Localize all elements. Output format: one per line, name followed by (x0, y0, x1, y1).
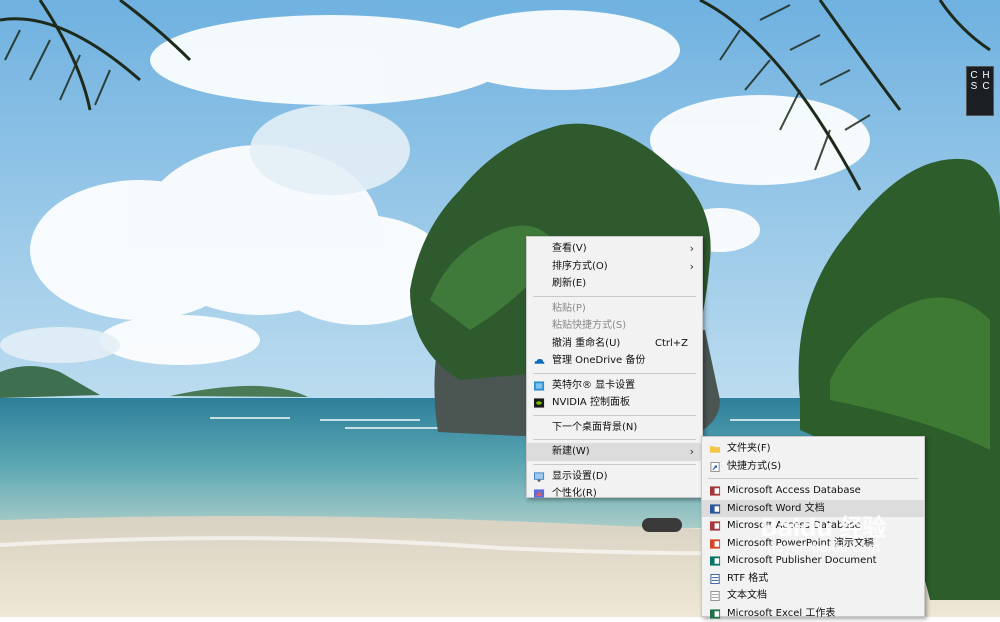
menu-item-label: 个性化(R) (552, 488, 597, 499)
menu-item-paste: 粘贴(P) (527, 300, 702, 318)
menu-separator (533, 464, 696, 465)
ime-language-indicator[interactable]: CH SC (966, 66, 994, 116)
nvidia-icon (534, 398, 545, 408)
submenu-item-access-database-2[interactable]: Microsoft Access Database (702, 517, 924, 535)
ime-char: H (980, 70, 992, 81)
ime-char: C (980, 81, 992, 92)
menu-item-view[interactable]: 查看(V) › (527, 240, 702, 258)
menu-separator (533, 439, 696, 440)
ime-char: C (968, 70, 980, 81)
ime-char: S (968, 81, 980, 92)
folder-icon (710, 444, 721, 454)
onedrive-icon (534, 356, 545, 366)
menu-item-nvidia-control-panel[interactable]: NVIDIA 控制面板 (527, 394, 702, 412)
menu-item-label: Microsoft PowerPoint 演示文稿 (727, 538, 874, 549)
word-icon (710, 504, 721, 514)
menu-item-label: 下一个桌面背景(N) (552, 422, 637, 433)
submenu-item-powerpoint[interactable]: Microsoft PowerPoint 演示文稿 (702, 535, 924, 553)
display-icon (534, 472, 545, 482)
access-icon (710, 486, 721, 496)
publisher-icon (710, 556, 721, 566)
excel-icon (710, 609, 721, 619)
submenu-item-publisher[interactable]: Microsoft Publisher Document (702, 552, 924, 570)
menu-item-label: Microsoft Access Database (727, 485, 861, 496)
submenu-item-folder[interactable]: 文件夹(F) (702, 440, 924, 458)
personalize-icon (534, 489, 545, 499)
menu-item-undo-rename[interactable]: 撤消 重命名(U) Ctrl+Z (527, 335, 702, 353)
submenu-item-excel[interactable]: Microsoft Excel 工作表 (702, 605, 924, 622)
menu-item-label: 英特尔® 显卡设置 (552, 380, 635, 391)
chevron-right-icon: › (690, 258, 694, 276)
access-icon (710, 521, 721, 531)
menu-item-label: 管理 OneDrive 备份 (552, 355, 645, 366)
menu-item-label: 刷新(E) (552, 278, 586, 289)
menu-item-label: 快捷方式(S) (727, 461, 781, 472)
menu-item-label: Microsoft Access Database (727, 520, 861, 531)
chevron-right-icon: › (690, 443, 694, 461)
submenu-item-rtf[interactable]: RTF 格式 (702, 570, 924, 588)
rtf-icon (710, 574, 721, 584)
menu-item-new[interactable]: 新建(W) › (527, 443, 702, 461)
menu-item-label: 粘贴(P) (552, 303, 586, 314)
chevron-right-icon: › (690, 240, 694, 258)
menu-item-sort-by[interactable]: 排序方式(O) › (527, 258, 702, 276)
menu-item-label: 文本文档 (727, 590, 767, 601)
menu-item-label: 文件夹(F) (727, 443, 771, 454)
submenu-item-access-database[interactable]: Microsoft Access Database (702, 482, 924, 500)
new-submenu: 文件夹(F) 快捷方式(S) Microsoft Access Database… (701, 436, 925, 617)
powerpoint-icon (710, 539, 721, 549)
menu-item-onedrive-backup[interactable]: 管理 OneDrive 备份 (527, 352, 702, 370)
menu-item-paste-shortcut: 粘贴快捷方式(S) (527, 317, 702, 335)
menu-item-next-background[interactable]: 下一个桌面背景(N) (527, 419, 702, 437)
menu-item-label: NVIDIA 控制面板 (552, 397, 630, 408)
menu-separator (533, 373, 696, 374)
menu-item-personalize[interactable]: 个性化(R) (527, 485, 702, 503)
menu-separator (533, 415, 696, 416)
menu-separator (533, 296, 696, 297)
submenu-item-word-document[interactable]: Microsoft Word 文档 (702, 500, 924, 518)
submenu-item-text-document[interactable]: 文本文档 (702, 587, 924, 605)
menu-item-label: 撤消 重命名(U) (552, 338, 620, 349)
menu-item-label: 新建(W) (552, 446, 590, 457)
menu-item-label: Microsoft Word 文档 (727, 503, 825, 514)
shortcut-text: Ctrl+Z (655, 335, 688, 353)
intel-graphics-icon (534, 381, 545, 391)
submenu-item-shortcut[interactable]: 快捷方式(S) (702, 458, 924, 476)
menu-item-label: 排序方式(O) (552, 261, 608, 272)
menu-item-label: 粘贴快捷方式(S) (552, 320, 626, 331)
menu-separator (708, 478, 918, 479)
menu-item-refresh[interactable]: 刷新(E) (527, 275, 702, 293)
menu-item-label: Microsoft Publisher Document (727, 555, 877, 566)
menu-item-label: 显示设置(D) (552, 471, 608, 482)
menu-item-label: 查看(V) (552, 243, 587, 254)
menu-item-intel-graphics[interactable]: 英特尔® 显卡设置 (527, 377, 702, 395)
shortcut-icon (710, 462, 721, 472)
desktop-context-menu: 查看(V) › 排序方式(O) › 刷新(E) 粘贴(P) 粘贴快捷方式(S) … (526, 236, 703, 498)
menu-item-label: RTF 格式 (727, 573, 768, 584)
menu-item-display-settings[interactable]: 显示设置(D) (527, 468, 702, 486)
text-document-icon (710, 591, 721, 601)
